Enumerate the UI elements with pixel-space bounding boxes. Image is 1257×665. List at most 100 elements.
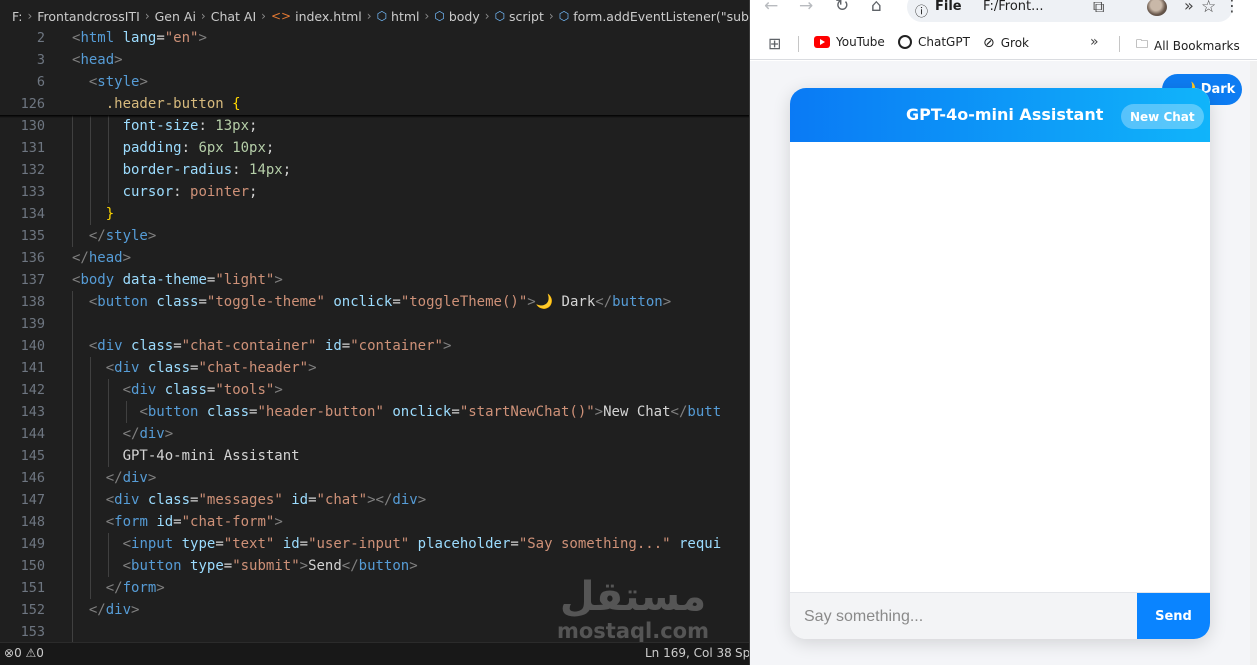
extensions-icon[interactable]: ⧉ [1093,0,1104,17]
code-lines[interactable]: 2 <html lang="en"> 3 <head> 6 <style> 126 … [0,27,749,643]
cube-icon: ⬡ [494,9,506,23]
chevron-right-icon: › [366,9,372,23]
cube-icon: ⬡ [558,9,570,23]
code-line[interactable]: 130 font-size: 13px; [0,115,749,137]
line-content: <form id="chat-form"> [105,514,283,530]
home-icon[interactable]: ⌂ [871,0,882,16]
chevron-right-icon: › [424,9,430,23]
all-bookmarks[interactable]: 🗀 All Bookmarks [1136,35,1240,56]
code-line[interactable]: 126 .header-button { [0,93,749,115]
cursor-position[interactable]: Ln 169, Col 38 [645,646,732,660]
new-chat-button[interactable]: New Chat [1121,104,1204,129]
bookmark-chatgpt[interactable]: ChatGPT [898,35,970,49]
code-editor[interactable]: F: › FrontandcrossITI › Gen Ai › Chat AI › <… [0,0,749,665]
line-content: </div> [105,470,157,486]
line-content: <style> [88,74,148,90]
code-line[interactable]: 144 </div> [0,423,749,445]
chat-header: GPT-4o-mini Assistant New Chat [790,88,1210,142]
bookmarks-divider [798,36,799,52]
line-number: 146 [20,470,45,486]
reload-icon[interactable]: ↻ [835,0,849,16]
breadcrumb-item[interactable]: ⬡ script [495,9,544,24]
back-icon[interactable]: ← [764,0,778,16]
code-line[interactable]: 3 <head> [0,49,749,71]
bookmark-youtube[interactable]: YouTube [814,35,885,49]
code-line[interactable]: 131 padding: 6px 10px; [0,137,749,159]
apps-grid-icon[interactable]: ⊞ [768,34,781,53]
folder-icon: 🗀 [1136,37,1149,51]
line-number: 2 [36,30,45,46]
line-number: 6 [36,74,45,90]
breadcrumb-item[interactable]: Gen Ai [155,9,196,24]
line-content: .header-button { [105,96,241,112]
breadcrumb-item[interactable]: Chat AI [211,9,256,24]
code-line[interactable]: 141 <div class="chat-header"> [0,357,749,379]
code-line[interactable]: 139 [0,313,749,335]
code-line[interactable]: 148 <form id="chat-form"> [0,511,749,533]
chat-form: Send [790,592,1210,639]
url-text[interactable]: F:/Front... [983,0,1044,14]
code-line[interactable]: 133 cursor: pointer; [0,181,749,203]
code-line[interactable]: 6 <style> [0,71,749,93]
line-number: 132 [20,162,45,178]
code-line[interactable]: 137 <body data-theme="light"> [0,269,749,291]
code-line[interactable]: 138 <button class="toggle-theme" onclick… [0,291,749,313]
code-line[interactable]: 136 </head> [0,247,749,269]
code-line[interactable]: 135 </style> [0,225,749,247]
line-content: <head> [72,52,123,68]
code-line[interactable]: 145 GPT-4o-mini Assistant [0,445,749,467]
code-line[interactable]: 142 <div class="tools"> [0,379,749,401]
chevron-right-icon: › [27,9,33,23]
browser-window: ← → ↻ ⌂ ⓘ File F:/Front... ☆ ⧉ » ⋮ ⊞ You… [749,0,1257,665]
scrollbar[interactable] [1250,61,1257,665]
sticky-scroll-divider [0,115,749,118]
line-number: 126 [20,96,45,112]
double-chevron-right-icon[interactable]: » [1090,34,1099,50]
code-line[interactable]: 149 <input type="text" id="user-input" p… [0,533,749,555]
bookmarks-divider [1119,36,1120,52]
code-line[interactable]: 2 <html lang="en"> [0,27,749,49]
line-content: </head> [72,250,132,266]
line-number: 141 [20,360,45,376]
line-content: </style> [88,228,157,244]
chat-title: GPT-4o-mini Assistant [906,105,1104,124]
info-icon[interactable]: ⓘ [915,1,928,20]
line-number: 136 [20,250,45,266]
message-input[interactable] [790,593,1137,639]
chevron-right-icon: › [548,9,554,23]
line-number: 135 [20,228,45,244]
forward-icon[interactable]: → [799,0,813,16]
line-number: 144 [20,426,45,442]
star-icon[interactable]: ☆ [1201,0,1216,17]
line-content: <button type="submit">Send</button> [122,558,418,574]
code-line[interactable]: 143 <button class="header-button" onclic… [0,401,749,423]
breadcrumb-item[interactable]: <> index.html [271,9,362,24]
line-content: <div class="chat-header"> [105,360,317,376]
line-number: 143 [20,404,45,420]
line-number: 131 [20,140,45,156]
line-content: border-radius: 14px; [122,162,292,178]
chevron-right-icon: › [144,9,150,23]
breadcrumb-item[interactable]: ⬡form.addEventListener("submit" [559,9,749,24]
indentation-indicator[interactable]: Sp [735,646,749,660]
code-line[interactable]: 146 </div> [0,467,749,489]
breadcrumb-item[interactable]: ⬡ html [377,9,420,24]
code-line[interactable]: 140 <div class="chat-container" id="cont… [0,335,749,357]
line-content: </div> [122,426,174,442]
send-button[interactable]: Send [1137,593,1210,639]
kebab-menu-icon[interactable]: ⋮ [1224,0,1240,15]
line-number: 134 [20,206,45,222]
code-line[interactable]: 147 <div class="messages" id="chat"></di… [0,489,749,511]
problems-indicator[interactable]: ⊗0 ⚠0 [4,646,44,660]
chatgpt-icon [898,35,912,49]
code-line[interactable]: 132 border-radius: 14px; [0,159,749,181]
line-content: GPT-4o-mini Assistant [122,448,300,464]
cube-icon: ⬡ [434,9,445,23]
code-line[interactable]: 134 } [0,203,749,225]
line-number: 148 [20,514,45,530]
breadcrumb-item[interactable]: F: [12,9,22,24]
double-chevron-right-icon[interactable]: » [1184,0,1194,15]
breadcrumb-item[interactable]: FrontandcrossITI [37,9,140,24]
bookmark-grok[interactable]: ⊘ Grok [983,35,1029,51]
breadcrumb-item[interactable]: ⬡ body [434,9,479,24]
